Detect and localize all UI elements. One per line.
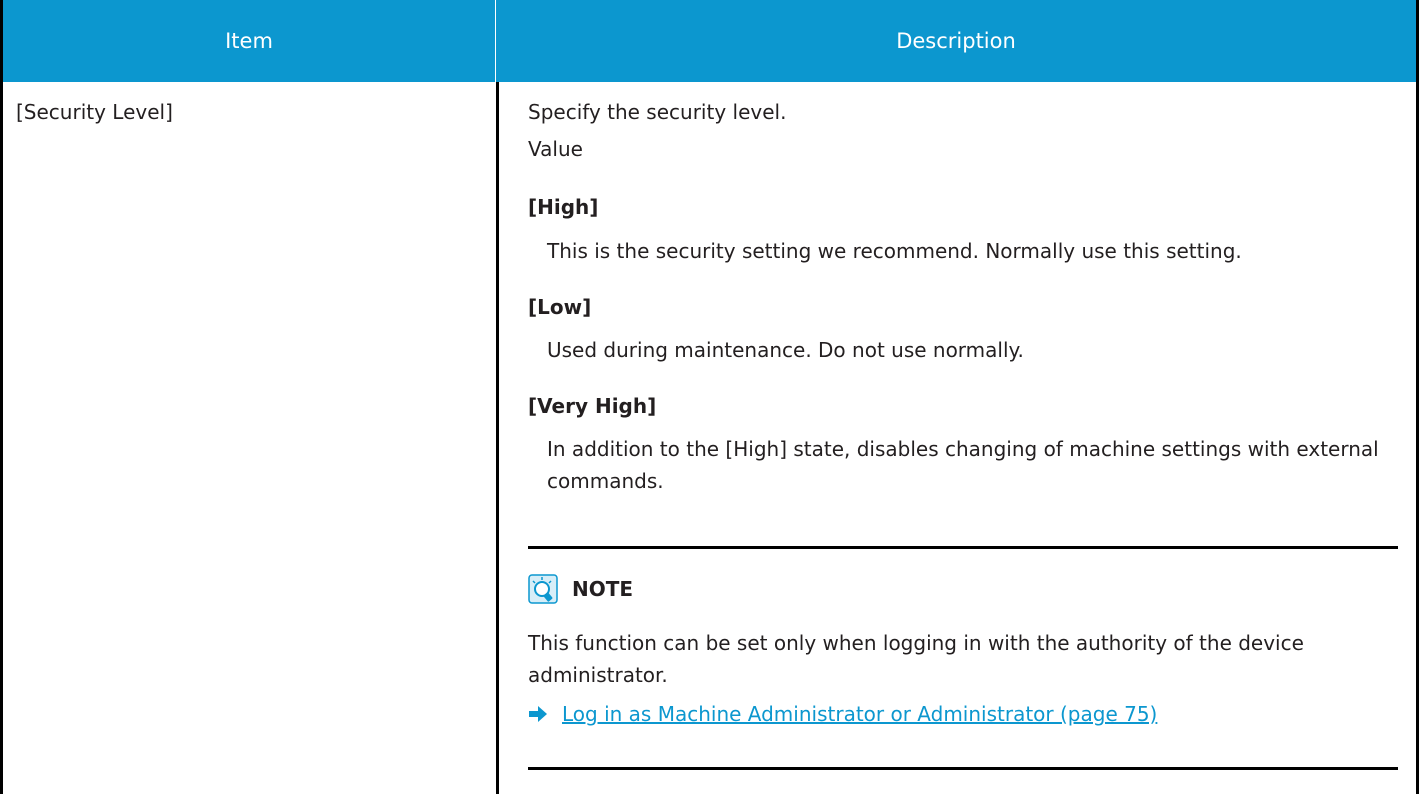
lightbulb-icon: [528, 574, 558, 604]
note-link-row: Log in as Machine Administrator or Admin…: [528, 702, 1157, 726]
admin-login-link[interactable]: Log in as Machine Administrator or Admin…: [562, 702, 1157, 726]
arrow-right-icon: [529, 706, 547, 722]
item-security-level: [Security Level]: [16, 100, 173, 124]
option-very-high-label: [Very High]: [528, 394, 657, 418]
option-high-label: [High]: [528, 195, 599, 219]
option-low-text: Used during maintenance. Do not use norm…: [547, 338, 1024, 362]
table-header: Item Description: [3, 0, 1416, 82]
value-label: Value: [528, 137, 583, 161]
note-text: This function can be set only when loggi…: [528, 631, 1304, 687]
note-top-rule: [528, 546, 1398, 549]
option-high-text: This is the security setting we recommen…: [547, 239, 1242, 263]
header-description: Description: [495, 0, 1416, 82]
note-header: NOTE: [528, 574, 633, 604]
column-divider: [496, 82, 499, 794]
option-low-label: [Low]: [528, 295, 592, 319]
description-intro: Specify the security level.: [528, 100, 787, 124]
header-item: Item: [225, 29, 273, 53]
note-bottom-rule: [528, 767, 1398, 770]
option-very-high-text: In addition to the [High] state, disable…: [547, 437, 1379, 493]
note-title: NOTE: [572, 577, 634, 601]
